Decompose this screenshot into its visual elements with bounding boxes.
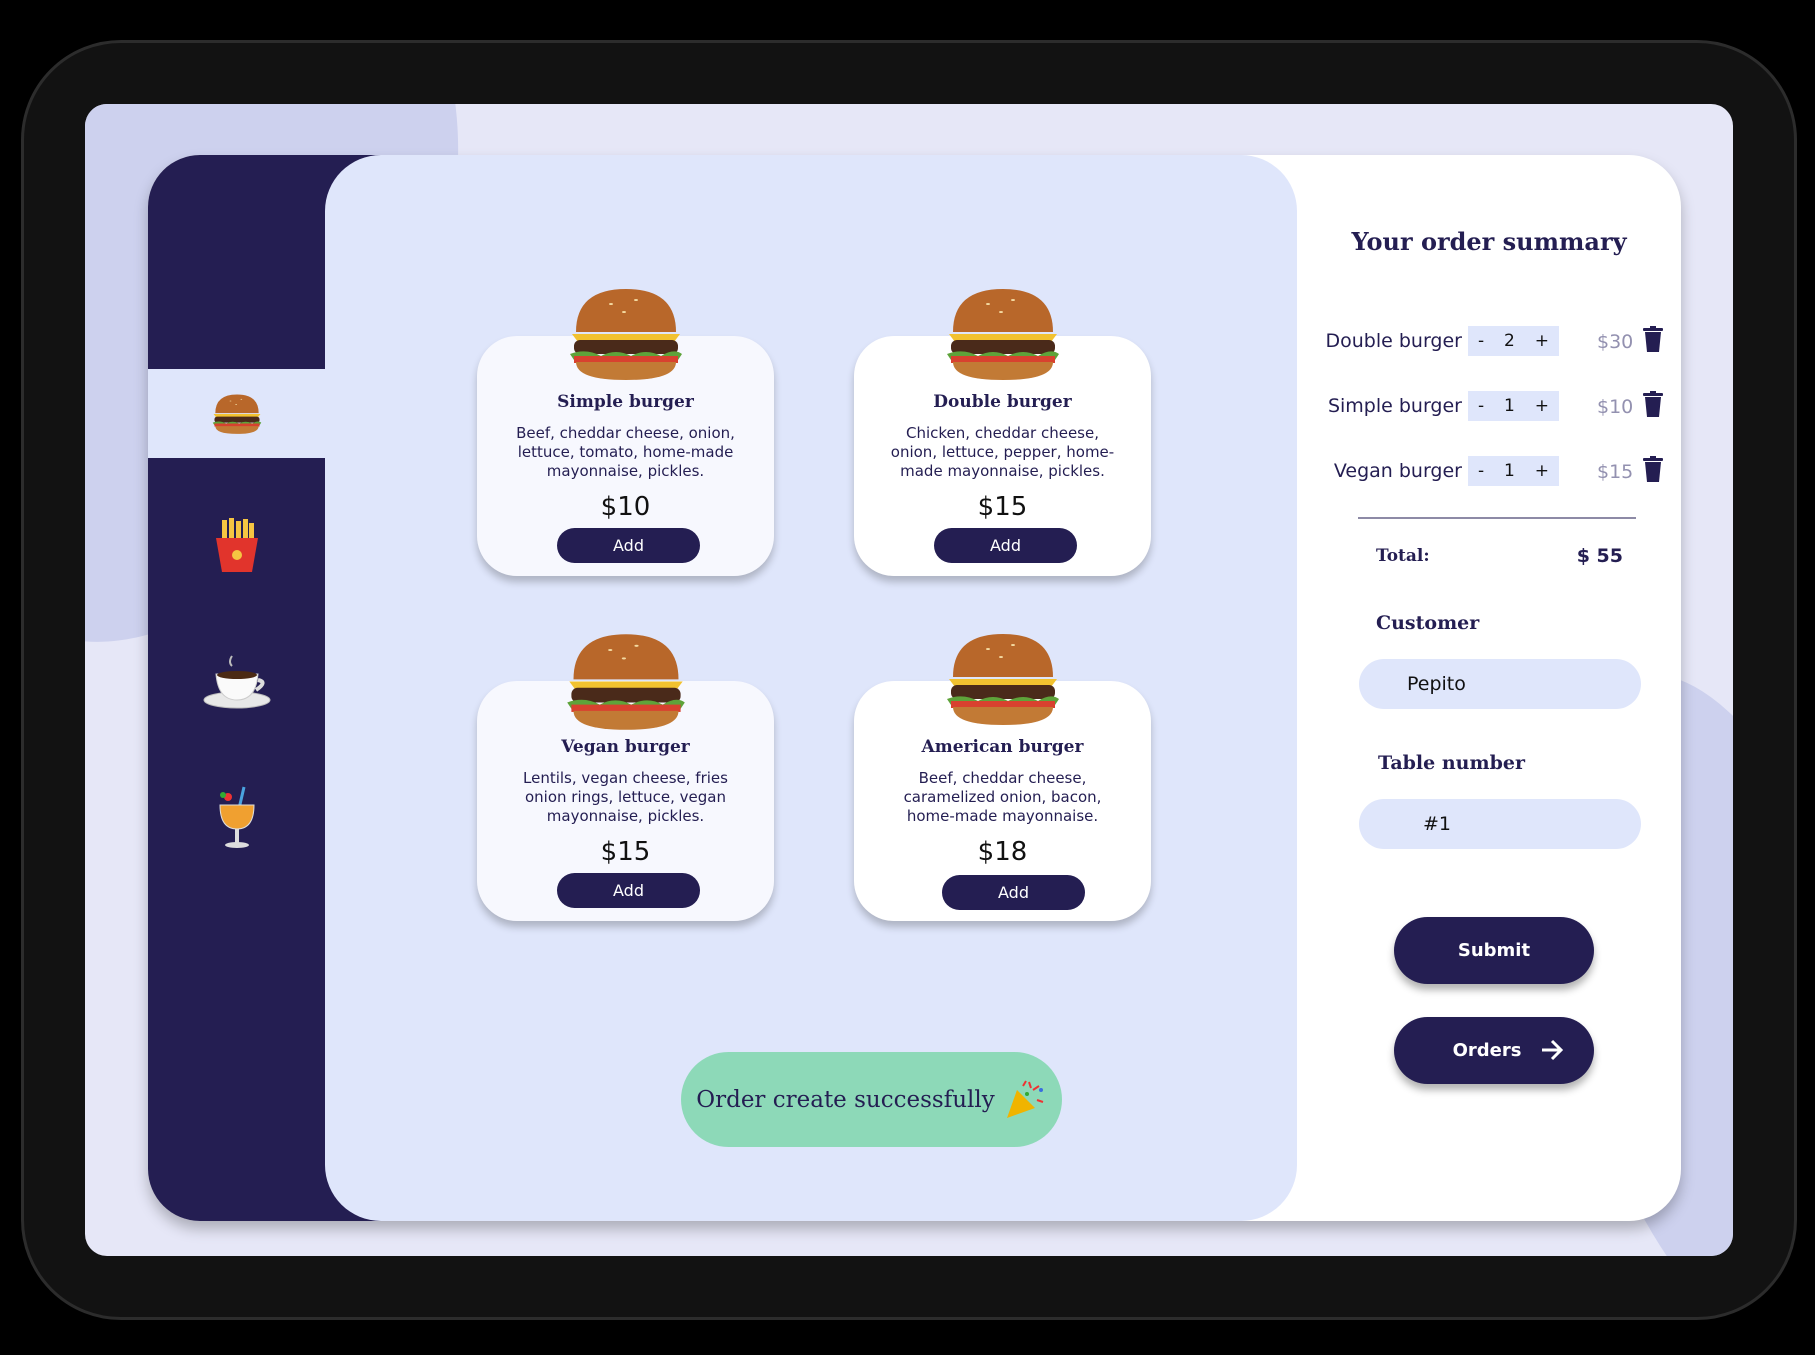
sidebar-item-fries[interactable] (148, 501, 325, 590)
increment-button[interactable]: + (1535, 461, 1549, 481)
sidebar-item-drinks[interactable] (148, 773, 325, 862)
line-name: Vegan burger (1333, 460, 1462, 482)
menu-card: Double burger Chicken, cheddar cheese, o… (854, 336, 1151, 576)
line-name: Simple burger (1327, 395, 1462, 417)
sidebar-item-burgers[interactable] (148, 369, 325, 458)
increment-button[interactable]: + (1535, 396, 1549, 416)
item-title: Double burger (933, 392, 1072, 412)
customer-input[interactable] (1359, 659, 1641, 709)
quantity-value: 1 (1504, 461, 1515, 481)
order-line: Vegan burger - 1 + $15 (1297, 456, 1681, 488)
add-button[interactable]: Add (942, 875, 1085, 910)
sidebar-item-coffee[interactable] (148, 637, 325, 726)
increment-button[interactable]: + (1535, 331, 1549, 351)
divider (1358, 517, 1636, 519)
quantity-value: 2 (1504, 331, 1515, 351)
arrow-right-icon (1542, 1039, 1564, 1061)
item-description: Beef, cheddar cheese, onion, lettuce, to… (516, 424, 735, 480)
orders-button[interactable]: Orders (1394, 1017, 1594, 1084)
burger-image (566, 284, 686, 384)
menu-card: Vegan burger Lentils, vegan cheese, frie… (477, 681, 774, 921)
cocktail-icon (218, 786, 255, 848)
order-line: Simple burger - 1 + $10 (1297, 391, 1681, 423)
item-price: $15 (977, 492, 1028, 522)
add-button[interactable]: Add (557, 873, 700, 908)
quantity-stepper: - 2 + (1468, 326, 1559, 356)
burger-image (556, 629, 696, 734)
trash-icon[interactable] (1643, 456, 1663, 482)
trash-icon[interactable] (1643, 326, 1663, 352)
line-name: Double burger (1325, 330, 1462, 352)
app-window: Simple burger Beef, cheddar cheese, onio… (148, 155, 1681, 1221)
party-popper-icon (1006, 1079, 1044, 1118)
item-price: $10 (600, 492, 651, 522)
burger-image (943, 284, 1063, 384)
add-button[interactable]: Add (557, 528, 700, 563)
order-summary-panel: Your order summary Double burger - 2 + $… (1297, 155, 1681, 1221)
item-price: $15 (600, 837, 651, 867)
total-label: Total: (1376, 546, 1430, 566)
menu-area: Simple burger Beef, cheddar cheese, onio… (325, 155, 1297, 1221)
coffee-icon (203, 654, 270, 708)
orders-label: Orders (1452, 1040, 1522, 1061)
fries-icon (215, 517, 258, 572)
quantity-value: 1 (1504, 396, 1515, 416)
decrement-button[interactable]: - (1478, 461, 1484, 481)
toast-text: Order create successfully (696, 1086, 995, 1113)
summary-title: Your order summary (1351, 227, 1627, 256)
item-title: Vegan burger (561, 737, 690, 757)
item-description: Chicken, cheddar cheese, onion, lettuce,… (890, 424, 1115, 480)
item-title: American burger (921, 737, 1084, 757)
customer-label: Customer (1376, 612, 1480, 634)
order-line: Double burger - 2 + $30 (1297, 326, 1681, 358)
item-description: Lentils, vegan cheese, fries onion rings… (523, 769, 728, 825)
burger-icon (211, 391, 263, 437)
burger-image (938, 629, 1068, 729)
quantity-stepper: - 1 + (1468, 391, 1559, 421)
menu-card: American burger Beef, cheddar cheese, ca… (854, 681, 1151, 921)
add-button[interactable]: Add (934, 528, 1077, 563)
table-number-label: Table number (1378, 752, 1525, 774)
submit-button[interactable]: Submit (1394, 917, 1594, 984)
menu-card: Simple burger Beef, cheddar cheese, onio… (477, 336, 774, 576)
decrement-button[interactable]: - (1478, 331, 1484, 351)
total-value: $ 55 (1576, 545, 1623, 567)
table-number-input[interactable] (1359, 799, 1641, 849)
item-title: Simple burger (557, 392, 694, 412)
decrement-button[interactable]: - (1478, 396, 1484, 416)
line-price: $10 (1597, 396, 1634, 418)
quantity-stepper: - 1 + (1468, 456, 1559, 486)
trash-icon[interactable] (1643, 391, 1663, 417)
item-description: Beef, cheddar cheese, caramelized onion,… (903, 769, 1102, 825)
item-price: $18 (977, 837, 1028, 867)
success-toast: Order create successfully (681, 1052, 1062, 1147)
line-price: $15 (1597, 461, 1634, 483)
line-price: $30 (1597, 331, 1634, 353)
